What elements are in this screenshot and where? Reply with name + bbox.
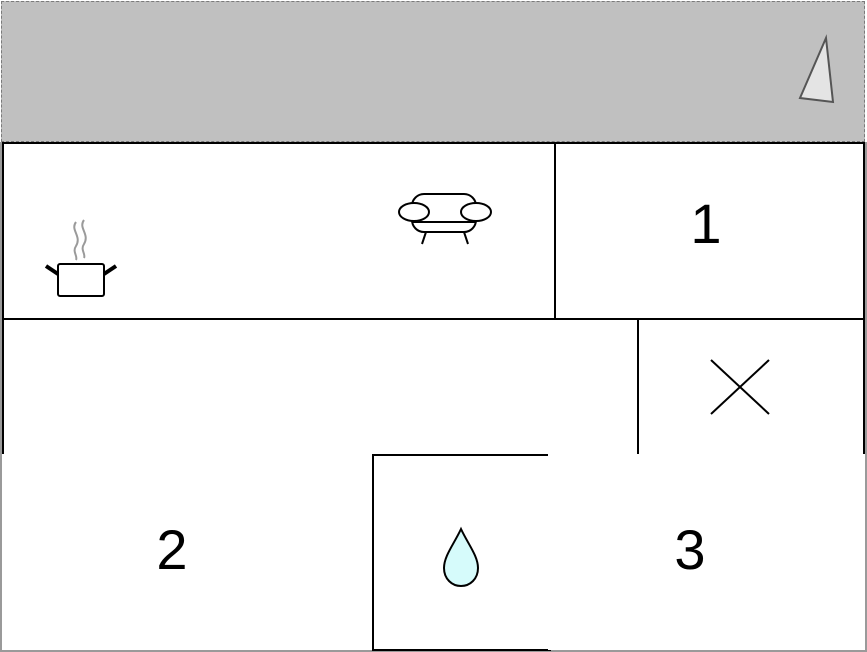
room-1[interactable]: 1 (554, 142, 865, 321)
room-corridor[interactable] (2, 318, 641, 457)
room-2-label: 2 (156, 518, 188, 581)
header-banner (1, 1, 865, 142)
stove-pot-icon (44, 219, 118, 297)
north-arrow-icon (798, 34, 835, 104)
room-kitchen-living[interactable] (2, 142, 557, 321)
water-drop-icon (442, 526, 480, 588)
room-3-label: 3 (674, 518, 706, 581)
cross-icon (710, 359, 770, 415)
room-2[interactable]: 2 (2, 454, 375, 650)
room-cross[interactable] (637, 318, 865, 457)
room-3[interactable]: 3 (548, 454, 865, 650)
sofa-icon (398, 193, 492, 245)
room-bathroom[interactable] (372, 454, 551, 651)
room-1-label: 1 (690, 192, 722, 255)
